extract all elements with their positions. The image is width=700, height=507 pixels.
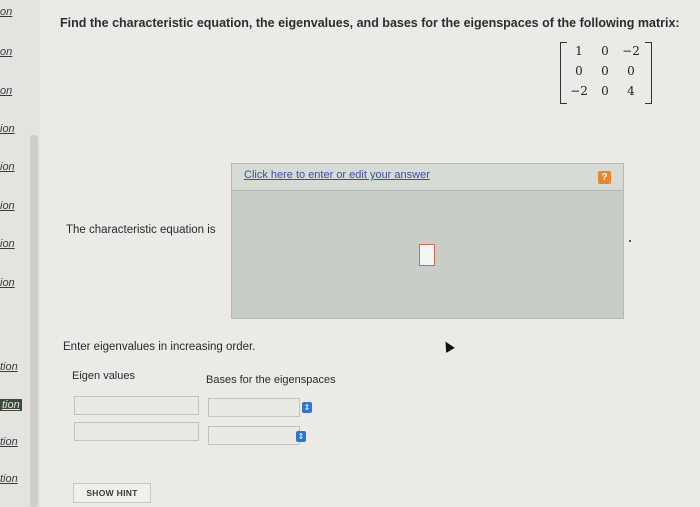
matrix-left-bracket <box>560 42 567 104</box>
bases-header: Bases for the eigenspaces <box>206 374 336 386</box>
answer-editor[interactable]: Click here to enter or edit your answer … <box>231 163 631 319</box>
sidebar-link[interactable]: on <box>0 85 12 97</box>
editor-dot <box>629 240 631 242</box>
matrix-cell: 0 <box>575 64 583 78</box>
sidebar-link[interactable]: tion <box>0 473 18 485</box>
sidebar-link[interactable]: on <box>0 46 12 58</box>
sidebar-link[interactable]: ion <box>0 123 15 135</box>
sidebar: on on on ion ion ion ion ion tion tion t… <box>0 0 40 507</box>
sidebar-link[interactable]: tion <box>0 361 18 373</box>
basis-dropdown[interactable] <box>208 426 300 445</box>
matrix-cell: 0 <box>601 84 609 98</box>
sidebar-link[interactable]: ion <box>0 238 15 250</box>
matrix-cell: 1 <box>575 44 583 58</box>
matrix-cell: −2 <box>622 44 640 58</box>
dropdown-chevron-icon[interactable]: ⇕ <box>302 402 312 413</box>
question-text: Find the characteristic equation, the ei… <box>60 16 680 30</box>
eigenvalue-instruction: Enter eigenvalues in increasing order. <box>63 341 256 353</box>
characteristic-equation-label: The characteristic equation is <box>66 224 216 236</box>
matrix-cell: 0 <box>627 64 635 78</box>
sidebar-link[interactable]: ion <box>0 161 15 173</box>
eigenvalue-input[interactable] <box>74 396 199 415</box>
sidebar-link[interactable]: on <box>0 6 12 18</box>
basis-dropdown[interactable] <box>208 398 300 417</box>
sidebar-link[interactable]: tion <box>0 436 18 448</box>
answer-placeholder[interactable] <box>419 244 435 266</box>
sidebar-scrollbar[interactable] <box>30 135 38 507</box>
sidebar-link-active[interactable]: tion <box>0 399 22 411</box>
matrix-right-bracket <box>645 42 652 104</box>
matrix-cell: 4 <box>627 84 635 98</box>
answer-editor-header: Click here to enter or edit your answer … <box>232 164 623 191</box>
eigen-values-header: Eigen values <box>72 370 135 382</box>
show-hint-button[interactable]: SHOW HINT <box>73 483 151 503</box>
matrix-cell: −2 <box>570 84 588 98</box>
matrix-cell: 0 <box>601 44 609 58</box>
eigenvalue-input[interactable] <box>74 422 199 441</box>
help-icon[interactable]: ? <box>598 171 611 184</box>
sidebar-link[interactable]: ion <box>0 200 15 212</box>
dropdown-chevron-icon[interactable]: ⇕ <box>296 431 306 442</box>
matrix: 1 0 −2 0 0 0 −2 0 4 <box>560 42 652 104</box>
sidebar-link[interactable]: ion <box>0 277 15 289</box>
matrix-cell: 0 <box>601 64 609 78</box>
edit-answer-link[interactable]: Click here to enter or edit your answer <box>244 169 430 181</box>
